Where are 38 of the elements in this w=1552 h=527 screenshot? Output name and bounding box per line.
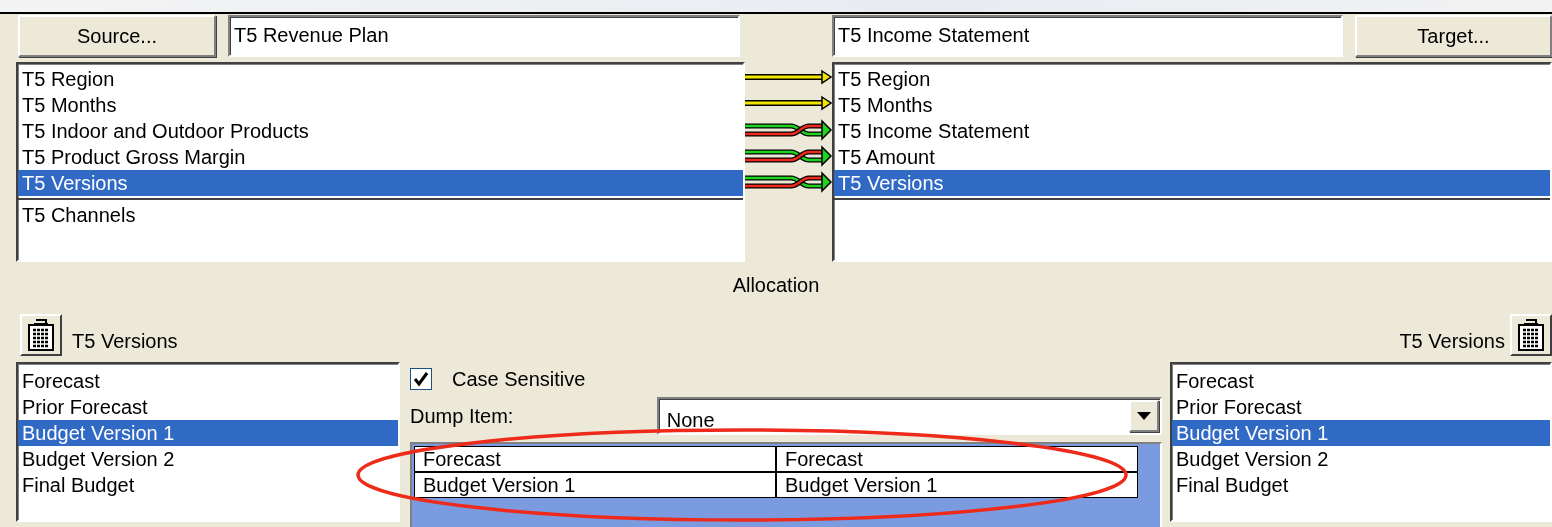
dimension-item[interactable]: T5 Product Gross Margin bbox=[18, 144, 743, 170]
target-field[interactable]: T5 Income Statement bbox=[832, 15, 1343, 57]
grid-cell: Forecast bbox=[414, 446, 776, 472]
version-item[interactable]: Forecast bbox=[18, 368, 398, 394]
dimension-label: T5 Versions bbox=[72, 329, 178, 354]
version-item[interactable]: Budget Version 1 bbox=[18, 420, 398, 446]
dimension-item[interactable]: T5 Months bbox=[834, 92, 1550, 118]
version-item[interactable]: Final Budget bbox=[18, 472, 398, 498]
version-item[interactable]: Final Budget bbox=[1172, 472, 1550, 498]
dimension-item[interactable]: T5 Channels bbox=[18, 202, 743, 228]
dimension-item[interactable]: T5 Versions bbox=[18, 170, 743, 196]
version-item[interactable]: Budget Version 2 bbox=[1172, 446, 1550, 472]
grid-cell: Budget Version 1 bbox=[414, 472, 776, 498]
case-sensitive-checkbox[interactable] bbox=[410, 368, 432, 390]
source-field[interactable]: T5 Revenue Plan bbox=[228, 15, 740, 57]
source-button[interactable]: Source... bbox=[18, 15, 216, 57]
section-title: Allocation bbox=[732, 274, 820, 296]
dimension-item[interactable]: T5 Versions bbox=[834, 170, 1550, 196]
version-item[interactable]: Prior Forecast bbox=[1172, 394, 1550, 420]
dimension-item[interactable]: T5 Region bbox=[834, 66, 1550, 92]
dimension-item[interactable]: T5 Region bbox=[18, 66, 743, 92]
checkbox-label: Case Sensitive bbox=[452, 367, 586, 392]
version-item[interactable]: Forecast bbox=[1172, 368, 1550, 394]
dump-item-label: Dump Item: bbox=[410, 404, 515, 429]
dimension-item[interactable]: T5 Indoor and Outdoor Products bbox=[18, 118, 743, 144]
dimension-list-icon[interactable] bbox=[20, 314, 62, 356]
version-item[interactable]: Budget Version 1 bbox=[1172, 420, 1550, 446]
version-item[interactable]: Budget Version 2 bbox=[18, 446, 398, 472]
dimension-label: T5 Versions bbox=[1399, 329, 1505, 354]
dimension-item[interactable]: T5 Income Statement bbox=[834, 118, 1550, 144]
dump-item-dropdown[interactable]: None bbox=[656, 397, 1162, 435]
target-button[interactable]: Target... bbox=[1355, 15, 1552, 57]
dimension-item[interactable]: T5 Amount bbox=[834, 144, 1550, 170]
dimension-list-icon[interactable] bbox=[1510, 314, 1552, 356]
grid-cell: Budget Version 1 bbox=[776, 472, 1138, 498]
dimension-item[interactable]: T5 Months bbox=[18, 92, 743, 118]
grid-cell: Forecast bbox=[776, 446, 1138, 472]
version-item[interactable]: Prior Forecast bbox=[18, 394, 398, 420]
